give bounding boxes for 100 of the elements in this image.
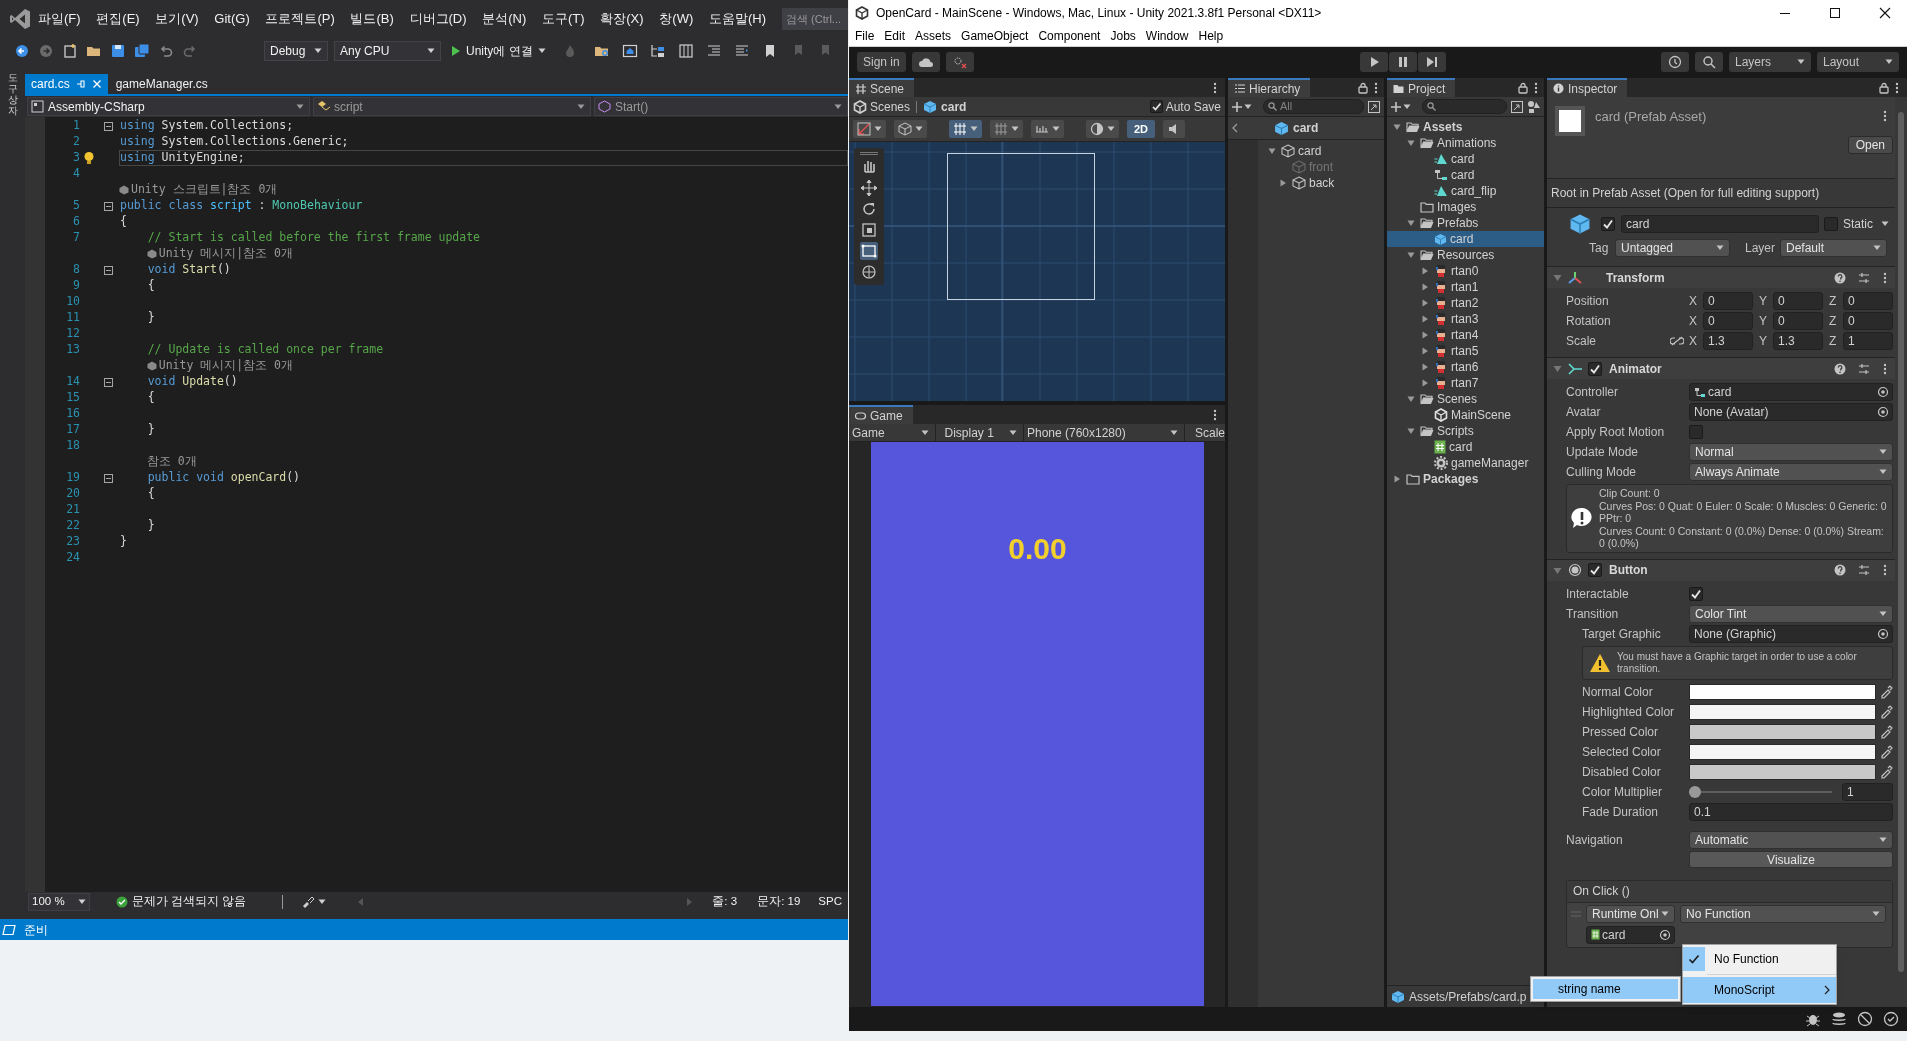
more-icon[interactable] [1883, 564, 1887, 576]
component-header[interactable]: Animator [1547, 357, 1895, 379]
menu-item[interactable]: Jobs [1105, 27, 1141, 45]
help-icon[interactable] [1834, 271, 1846, 284]
input-field[interactable]: 1 [1842, 782, 1893, 801]
outdent-icon[interactable] [733, 43, 750, 59]
tree-icon[interactable] [649, 43, 666, 59]
tree-item[interactable]: rtan4 [1387, 327, 1544, 343]
tree-item[interactable]: Prefabs [1387, 215, 1544, 231]
eyedropper-icon[interactable] [1879, 704, 1893, 719]
dropdown[interactable]: Display 1 [936, 423, 1024, 442]
panel-tab[interactable]: Project [1387, 78, 1456, 97]
scale-icon[interactable] [860, 221, 878, 239]
expanded-arrow-icon[interactable] [1553, 364, 1562, 373]
expanded-arrow-icon[interactable] [1393, 123, 1401, 131]
menu-item[interactable]: No Function [1683, 946, 1836, 972]
close-icon[interactable] [1879, 7, 1891, 19]
search-field[interactable]: All [1263, 99, 1364, 114]
component-header[interactable]: Button [1547, 558, 1895, 581]
checkbox[interactable] [1824, 217, 1838, 231]
add-button[interactable] [1390, 100, 1411, 113]
input-field[interactable]: 0 [1843, 292, 1893, 310]
tree-item[interactable]: card [1258, 143, 1384, 159]
collapsed-arrow-icon[interactable] [1421, 315, 1429, 323]
color-swatch[interactable] [1689, 723, 1876, 740]
collapse-icon[interactable] [104, 265, 113, 275]
panel-tab[interactable]: Hierarchy [1228, 78, 1311, 97]
collapse-icon[interactable] [104, 473, 113, 483]
menu-item[interactable]: 도구(T) [541, 9, 585, 29]
presets-icon[interactable] [1858, 362, 1870, 375]
menu-item[interactable]: Edit [879, 27, 911, 45]
input-field[interactable]: 1 [1843, 332, 1893, 350]
tree-item[interactable]: Images [1387, 199, 1544, 215]
tree-item[interactable]: card [1387, 167, 1544, 183]
lighting-button[interactable] [1086, 120, 1119, 138]
color-swatch[interactable] [1689, 743, 1876, 760]
code-lens-text[interactable]: Unity 스크립트|참조 0개 [131, 181, 278, 199]
maximize-icon[interactable] [1829, 7, 1841, 19]
code-lens-text[interactable]: 참조 0개 [146, 453, 197, 471]
search-scope-icon[interactable] [1367, 99, 1381, 114]
tree-item[interactable]: card [1387, 231, 1544, 247]
add-button[interactable] [1231, 100, 1252, 113]
object-field[interactable]: None (Graphic) [1689, 624, 1893, 643]
tree-item[interactable]: Scenes [1387, 391, 1544, 407]
menu-item[interactable]: 디버그(D) [409, 9, 467, 29]
code-lens-text[interactable]: Unity 메시지|참조 0개 [158, 245, 294, 263]
sign-in-button[interactable]: Sign in [857, 52, 906, 72]
dropdown[interactable]: Runtime Onl [1586, 904, 1675, 923]
tree-item[interactable]: rtan7 [1387, 375, 1544, 391]
target-icon[interactable] [1877, 406, 1889, 418]
slider[interactable] [1689, 785, 1832, 798]
menu-item[interactable]: 도움말(H) [708, 9, 766, 29]
presets-icon[interactable] [1858, 564, 1870, 576]
checkbox[interactable] [1588, 361, 1602, 376]
lightbulb-icon[interactable] [83, 151, 95, 165]
increment-button[interactable] [1031, 120, 1064, 138]
collapsed-arrow-icon[interactable] [1393, 475, 1401, 483]
cloud-button[interactable] [911, 52, 940, 72]
snap-button[interactable] [949, 120, 982, 138]
color-swatch[interactable] [1689, 763, 1876, 780]
collapsed-arrow-icon[interactable] [1421, 267, 1429, 275]
search-scope-icon[interactable] [1510, 99, 1524, 114]
menu-item[interactable]: Git(G) [214, 9, 250, 29]
collapse-icon[interactable] [104, 201, 113, 211]
more-icon[interactable] [1374, 81, 1378, 94]
dropdown[interactable]: Game [849, 423, 937, 442]
undo-icon[interactable] [158, 43, 174, 59]
grid-button[interactable] [990, 120, 1023, 138]
dropdown[interactable]: Phone (760x1280) [1023, 423, 1185, 442]
stack-icon[interactable] [1831, 1011, 1847, 1027]
search-field[interactable]: 검색 (Ctrl... [782, 8, 848, 30]
output-icon[interactable] [2, 923, 16, 936]
help-icon[interactable] [1834, 564, 1846, 576]
dropdown[interactable]: Any CPU [334, 41, 441, 61]
dropdown[interactable]: Automatic [1689, 830, 1893, 849]
presets-icon[interactable] [1858, 271, 1870, 284]
brush-icon[interactable] [301, 896, 316, 908]
dropdown[interactable]: Always Animate [1689, 463, 1893, 481]
navigation-dropdown[interactable]: script [313, 97, 591, 116]
collapsed-arrow-icon[interactable] [1421, 331, 1429, 339]
menu-item[interactable]: 분석(N) [482, 9, 527, 29]
tree-item[interactable]: MainScene [1387, 407, 1544, 423]
tree-item[interactable]: gameManager [1387, 455, 1544, 471]
zoom-dropdown[interactable]: 100 % [28, 893, 90, 911]
dropdown[interactable]: Normal [1689, 443, 1893, 461]
toolbox-side-tab[interactable]: 도구 상자 [7, 72, 18, 116]
collapsed-arrow-icon[interactable] [1421, 379, 1429, 387]
tree-item[interactable]: Packages [1387, 471, 1544, 487]
tree-item[interactable]: card_flip [1387, 183, 1544, 199]
columns-icon[interactable] [677, 43, 694, 59]
panel-tab[interactable]: Game [849, 405, 913, 424]
input-field[interactable]: 0.1 [1689, 802, 1893, 821]
menu-item[interactable]: 파일(F) [38, 9, 81, 29]
step-button[interactable] [1417, 52, 1446, 72]
collapsed-arrow-icon[interactable] [1279, 179, 1287, 187]
gizmo-button[interactable] [853, 120, 886, 138]
filter-icon[interactable] [1527, 99, 1541, 114]
more-icon[interactable] [1883, 110, 1887, 122]
eyedropper-icon[interactable] [1879, 744, 1893, 759]
tree-item[interactable]: Animations [1387, 135, 1544, 151]
